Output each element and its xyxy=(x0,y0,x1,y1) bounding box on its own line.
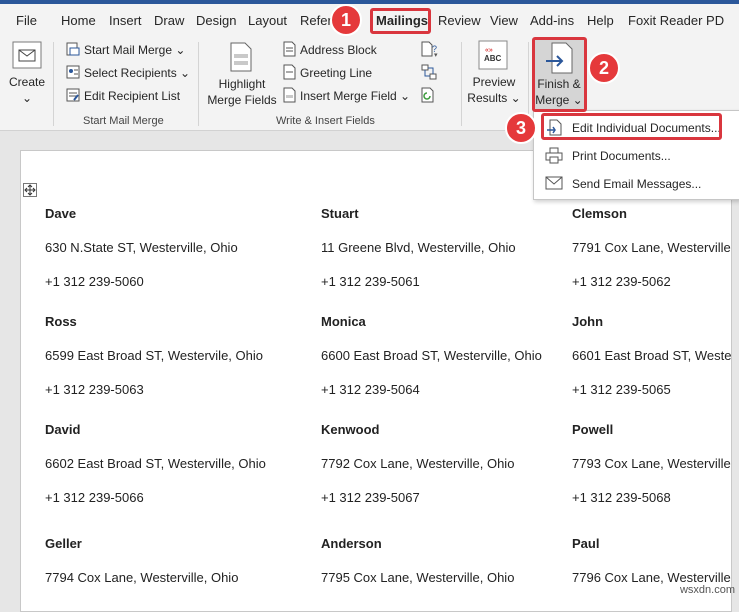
record-address: 7794 Cox Lane, Westerville, Ohio xyxy=(45,570,239,585)
record-phone: +1 312 239-5068 xyxy=(572,490,671,505)
record-address: 11 Greene Blvd, Westerville, Ohio xyxy=(321,240,516,255)
printer-icon xyxy=(545,147,563,164)
greeting-line-icon xyxy=(283,64,296,80)
step-badge-2: 2 xyxy=(588,52,620,84)
match-fields-icon[interactable] xyxy=(421,64,437,80)
tab-help[interactable]: Help xyxy=(587,4,614,36)
group-separator xyxy=(198,42,199,126)
record-name: Stuart xyxy=(321,206,359,221)
record-phone: +1 312 239-5060 xyxy=(45,274,144,289)
tab-add-ins[interactable]: Add-ins xyxy=(530,4,574,36)
email-envelope-icon xyxy=(545,176,563,191)
svg-text:▾: ▾ xyxy=(434,52,438,57)
record-address: 630 N.State ST, Westerville, Ohio xyxy=(45,240,238,255)
record-phone: +1 312 239-5066 xyxy=(45,490,144,505)
finish-merge-highlight xyxy=(532,37,587,112)
record-name: Geller xyxy=(45,536,82,551)
highlight-merge-fields-icon[interactable] xyxy=(228,42,254,72)
address-block-button[interactable]: Address Block xyxy=(300,43,377,57)
menu-item-label: Print Documents... xyxy=(572,149,671,163)
record-address: 7796 Cox Lane, Westerville xyxy=(572,570,731,585)
tab-file[interactable]: File xyxy=(16,4,37,36)
record-name: David xyxy=(45,422,81,437)
record-address: 7795 Cox Lane, Westerville, Ohio xyxy=(321,570,515,585)
svg-text:«»: «» xyxy=(485,47,493,54)
preview-results-label-2: Results ⌄ xyxy=(467,91,521,105)
preview-results-label-1: Preview xyxy=(472,75,516,89)
create-label: Create xyxy=(8,75,46,89)
select-recipients-button[interactable]: Select Recipients ⌄ xyxy=(84,66,190,80)
record-address: 6599 East Broad ST, Westervile, Ohio xyxy=(45,348,263,363)
insert-merge-field-icon xyxy=(283,87,296,103)
preview-results-icon[interactable]: «» ABC xyxy=(478,40,508,70)
rules-icon[interactable]: ? ▾ xyxy=(421,41,439,59)
tab-draw[interactable]: Draw xyxy=(154,4,184,36)
highlight-merge-fields-label-1: Highlight xyxy=(218,77,266,91)
step-badge-1: 1 xyxy=(330,4,362,36)
record-address: 7792 Cox Lane, Westerville, Ohio xyxy=(321,456,515,471)
record-address: 6600 East Broad ST, Westerville, Ohio xyxy=(321,348,542,363)
create-button[interactable]: Create ⌄ xyxy=(4,74,50,106)
watermark: wsxdn.com xyxy=(679,584,735,596)
group-separator xyxy=(461,42,462,126)
tab-references[interactable]: Refer xyxy=(300,4,332,36)
record-phone: +1 312 239-5061 xyxy=(321,274,420,289)
record-address: 7793 Cox Lane, Westerville xyxy=(572,456,731,471)
highlight-merge-fields-label-2: Merge Fields xyxy=(207,93,277,107)
record-name: Kenwood xyxy=(321,422,380,437)
table-move-handle-icon[interactable] xyxy=(23,183,37,197)
group-separator xyxy=(53,42,54,126)
start-mail-merge-icon xyxy=(66,42,80,56)
edit-individual-documents-highlight xyxy=(541,113,722,140)
group-label-start-mail-merge: Start Mail Merge xyxy=(83,115,164,127)
highlight-merge-fields-button[interactable]: Highlight Merge Fields xyxy=(205,76,279,108)
record-phone: +1 312 239-5063 xyxy=(45,382,144,397)
record-name: Powell xyxy=(572,422,614,437)
record-name: Monica xyxy=(321,314,366,329)
select-recipients-icon xyxy=(66,65,80,79)
create-dropdown-arrow: ⌄ xyxy=(21,91,33,105)
edit-recipient-list-icon xyxy=(66,88,80,102)
record-phone: +1 312 239-5062 xyxy=(572,274,671,289)
create-envelope-icon[interactable] xyxy=(12,40,42,70)
record-phone: +1 312 239-5067 xyxy=(321,490,420,505)
menu-item-print-documents[interactable]: Print Documents... xyxy=(534,143,739,169)
greeting-line-button[interactable]: Greeting Line xyxy=(300,66,372,80)
record-name: Dave xyxy=(45,206,77,221)
tab-review[interactable]: Review xyxy=(438,4,481,36)
step-badge-3: 3 xyxy=(505,112,537,144)
tab-foxit-reader[interactable]: Foxit Reader PD xyxy=(628,4,724,36)
menu-item-send-email-messages[interactable]: Send Email Messages... xyxy=(534,171,739,197)
tab-insert[interactable]: Insert xyxy=(109,4,142,36)
address-block-icon xyxy=(283,41,296,57)
record-address: 6601 East Broad ST, Weste xyxy=(572,348,732,363)
preview-results-button[interactable]: Preview Results ⌄ xyxy=(465,74,523,106)
insert-merge-field-button[interactable]: Insert Merge Field ⌄ xyxy=(300,89,410,103)
menu-item-label: Send Email Messages... xyxy=(572,177,702,191)
record-phone: +1 312 239-5065 xyxy=(572,382,671,397)
tab-view[interactable]: View xyxy=(490,4,518,36)
start-mail-merge-button[interactable]: Start Mail Merge ⌄ xyxy=(84,43,185,57)
record-name: Anderson xyxy=(321,536,382,551)
preview-results-icon-text: ABC xyxy=(484,54,502,63)
mailings-tab-highlight xyxy=(370,8,431,34)
record-address: 6602 East Broad ST, Westerville, Ohio xyxy=(45,456,266,471)
record-name: John xyxy=(572,314,604,329)
update-labels-icon[interactable] xyxy=(421,87,437,103)
tab-design[interactable]: Design xyxy=(196,4,236,36)
tab-layout[interactable]: Layout xyxy=(248,4,287,36)
record-name: Clemson xyxy=(572,206,627,221)
edit-recipient-list-button[interactable]: Edit Recipient List xyxy=(84,89,180,103)
group-label-write-insert-fields: Write & Insert Fields xyxy=(276,115,375,127)
tab-home[interactable]: Home xyxy=(61,4,96,36)
record-phone: +1 312 239-5064 xyxy=(321,382,420,397)
record-name: Ross xyxy=(45,314,77,329)
record-address: 7791 Cox Lane, Westerville xyxy=(572,240,731,255)
record-name: Paul xyxy=(572,536,600,551)
